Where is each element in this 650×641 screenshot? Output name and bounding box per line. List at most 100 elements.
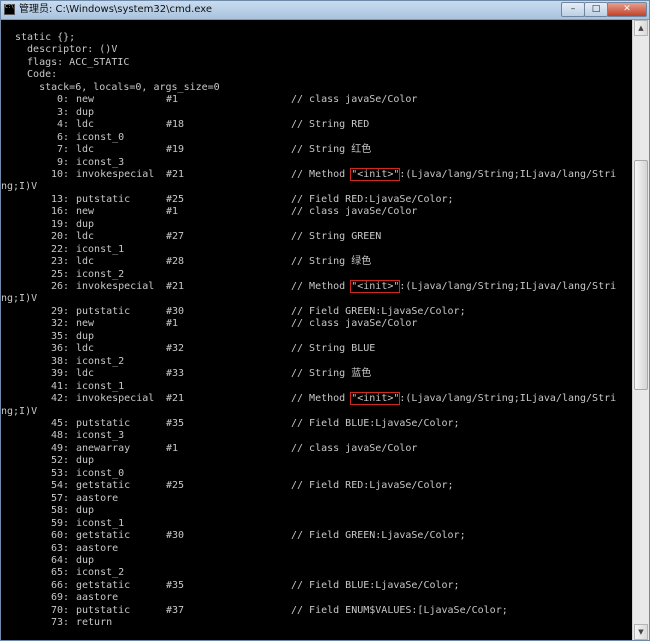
window-title: 管理员: C:\Windows\system32\cmd.exe: [19, 4, 213, 15]
bytecode-opcode: iconst_1: [76, 243, 125, 255]
bytecode-comment: // Field ENUM$VALUES:[LjavaSe/Color;: [291, 604, 508, 616]
bytecode-opcode: dup: [76, 330, 95, 342]
header-line: static {};: [1, 31, 632, 44]
init-highlight-box: "<init>": [350, 280, 401, 293]
bytecode-opcode: ldc: [76, 144, 95, 155]
bytecode-offset: 19:: [50, 218, 69, 230]
bytecode-operand: #1: [166, 442, 179, 454]
bytecode-line: 42: invokespecial #21 // Method "<init>":(L…: [1, 392, 632, 405]
bytecode-comment: // Field GREEN:LjavaSe/Color;: [291, 530, 466, 541]
bytecode-comment: // class javaSe/Color: [291, 206, 418, 218]
bytecode-offset: 52:: [50, 455, 69, 467]
bytecode-comment: // String RED: [291, 119, 370, 131]
bytecode-operand: #1: [166, 94, 179, 106]
console-output[interactable]: static {}; descriptor: ()V flags: ACC_ST…: [1, 20, 632, 640]
bytecode-opcode: putstatic: [76, 193, 131, 205]
bytecode-offset: 64:: [50, 554, 69, 566]
bytecode-opcode: iconst_1: [76, 380, 125, 392]
bytecode-offset: 66:: [50, 579, 69, 591]
header-text: descriptor: ()V: [15, 44, 118, 56]
bytecode-offset: 20:: [50, 231, 69, 243]
bytecode-offset: 53:: [50, 467, 69, 479]
bytecode-opcode: ldc: [76, 343, 95, 355]
bytecode-operand: #18: [166, 119, 185, 131]
bytecode-comment: // Method "<init>":(Ljava/lang/String;IL…: [291, 392, 616, 405]
bytecode-opcode: ldc: [76, 119, 95, 131]
bytecode-comment: // Field BLUE:LjavaSe/Color;: [291, 417, 460, 429]
bytecode-operand: #25: [166, 480, 185, 492]
comment-signature: :(Ljava/lang/String;ILjava/lang/Stri: [399, 168, 617, 180]
header-line: stack=6, locals=0, args_size=0: [1, 81, 632, 94]
bytecode-comment: // Field BLUE:LjavaSe/Color;: [291, 579, 460, 591]
bytecode-comment: // class javaSe/Color: [291, 318, 418, 330]
header-text: stack=6, locals=0, args_size=0: [15, 81, 220, 93]
bytecode-line: 70: putstatic #37 // Field ENUM$VALUES:[Lja…: [1, 604, 632, 617]
bytecode-line: 59: iconst_1: [1, 517, 632, 530]
bytecode-opcode: dup: [76, 218, 95, 230]
bytecode-line: 10: invokespecial #21 // Method "<init>":(L…: [1, 167, 632, 181]
scroll-thumb[interactable]: [634, 160, 648, 390]
minimize-button[interactable]: –: [561, 2, 585, 17]
bytecode-offset: 73:: [50, 617, 69, 629]
bytecode-opcode: return: [76, 617, 113, 629]
bytecode-offset: 9:: [56, 156, 69, 168]
bytecode-opcode: ldc: [76, 231, 95, 243]
vertical-scrollbar[interactable]: ▲ ▼: [632, 20, 649, 640]
init-highlight-box: "<init>": [350, 167, 401, 181]
bytecode-opcode: iconst_2: [76, 567, 125, 579]
bytecode-line: 0: new #1 // class javaSe/Color: [1, 93, 632, 106]
bytecode-line: 3: dup: [1, 106, 632, 119]
bytecode-opcode: iconst_0: [76, 467, 125, 479]
bytecode-line: 23: ldc #28 // String 绿色: [1, 255, 632, 268]
bytecode-opcode: new: [76, 206, 95, 218]
scroll-up-arrow-icon[interactable]: ▲: [634, 20, 648, 36]
close-button[interactable]: ✕: [607, 2, 647, 17]
header-text: Code:: [15, 69, 58, 81]
bytecode-offset: 45:: [50, 417, 69, 429]
bytecode-offset: 63:: [50, 542, 69, 554]
bytecode-offset: 10:: [50, 168, 69, 180]
cmd-window: 管理员: C:\Windows\system32\cmd.exe – □ ✕ s…: [0, 0, 650, 641]
scroll-down-arrow-icon[interactable]: ▼: [634, 624, 648, 640]
bytecode-line: 35: dup: [1, 330, 632, 343]
wrapped-line: ng;I)V: [1, 292, 632, 305]
bytecode-offset: 39:: [50, 368, 69, 380]
bytecode-opcode: putstatic: [76, 604, 131, 616]
bytecode-opcode: iconst_2: [76, 268, 125, 280]
bytecode-opcode: ldc: [76, 368, 95, 380]
bytecode-line: 73: return: [1, 616, 632, 629]
bytecode-offset: 29:: [50, 305, 69, 317]
bytecode-line: 63: aastore: [1, 542, 632, 555]
bytecode-opcode: invokespecial: [76, 393, 155, 404]
bytecode-opcode: aastore: [76, 492, 119, 504]
title-bar[interactable]: 管理员: C:\Windows\system32\cmd.exe – □ ✕: [1, 1, 649, 20]
bytecode-line: 19: dup: [1, 218, 632, 231]
bytecode-line: 60: getstatic #30 // Field GREEN:LjavaSe/Co…: [1, 529, 632, 542]
bytecode-offset: 69:: [50, 592, 69, 604]
bytecode-offset: 48:: [50, 430, 69, 442]
bytecode-offset: 13:: [50, 193, 69, 205]
bytecode-operand: #1: [166, 206, 179, 218]
bytecode-operand: #21: [166, 281, 185, 292]
bytecode-comment: // String BLUE: [291, 343, 376, 355]
bytecode-offset: 22:: [50, 243, 69, 255]
bytecode-comment: // String 红色: [291, 144, 372, 155]
bytecode-line: 26: invokespecial #21 // Method "<init>":(L…: [1, 280, 632, 293]
bytecode-operand: #21: [166, 168, 185, 180]
bytecode-offset: 70:: [50, 604, 69, 616]
comment-prefix: // Method: [291, 168, 352, 180]
bytecode-operand: #30: [166, 305, 185, 317]
bytecode-operand: #25: [166, 193, 185, 205]
bytecode-opcode: putstatic: [76, 305, 131, 317]
maximize-button[interactable]: □: [584, 2, 608, 17]
bytecode-offset: 36:: [50, 343, 69, 355]
bytecode-comment: // Method "<init>":(Ljava/lang/String;IL…: [291, 280, 616, 293]
wrapped-line: ng;I)V: [1, 180, 632, 193]
comment-prefix: // Method: [291, 393, 352, 404]
bytecode-offset: 65:: [50, 567, 69, 579]
bytecode-line: 7: ldc #19 // String 红色: [1, 143, 632, 156]
cmd-app-icon[interactable]: [4, 4, 15, 15]
wrapped-line: ng;I)V: [1, 405, 632, 418]
bytecode-opcode: dup: [76, 106, 95, 118]
bytecode-line: 29: putstatic #30 // Field GREEN:LjavaSe/Co…: [1, 305, 632, 318]
